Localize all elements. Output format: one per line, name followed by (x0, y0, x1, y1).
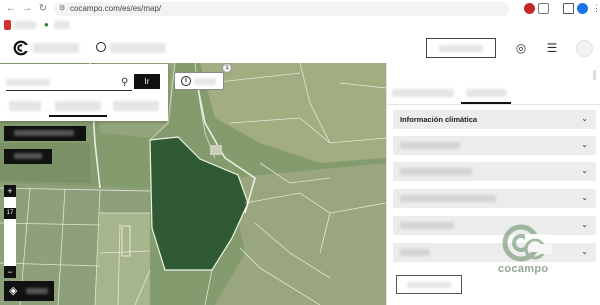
field-area-chip[interactable] (4, 149, 52, 164)
zoom-in-button[interactable]: + (4, 185, 16, 197)
info-label (194, 78, 216, 85)
chevron-down-icon: ⌄ (581, 114, 588, 123)
field-area-label (14, 153, 42, 159)
chevron-down-icon: ⌄ (581, 166, 588, 175)
reload-icon[interactable]: ↻ (37, 3, 49, 15)
chevron-down-icon: ⌄ (581, 220, 588, 229)
search-icon[interactable]: ⚲ (121, 78, 131, 88)
extension-badge-icon[interactable] (524, 3, 535, 14)
panel-tab-divider (386, 104, 600, 105)
accordion-title (400, 168, 472, 175)
field-name-chip[interactable] (4, 126, 86, 141)
notification-badge: 1 (222, 63, 232, 73)
chevron-down-icon: ⌄ (581, 140, 588, 149)
accordion-section[interactable]: ⌄ (393, 162, 596, 181)
bookmark-pin-icon[interactable]: ● (44, 20, 50, 30)
details-panel (386, 63, 600, 305)
brand-name (33, 43, 79, 53)
search-panel: ⚲ Ir (0, 64, 168, 121)
chevron-down-icon: ⌄ (581, 247, 588, 256)
hamburger-menu-icon[interactable]: ☰ (545, 41, 559, 55)
accordion-section[interactable]: ⌄ (393, 216, 596, 235)
map-info-button[interactable]: i (174, 72, 224, 90)
whatsapp-icon[interactable] (96, 42, 106, 52)
panel-action-label (407, 282, 451, 288)
search-tab-active[interactable] (55, 101, 101, 111)
profile-icon[interactable] (577, 3, 588, 14)
accordion-title (400, 142, 460, 149)
header-action-button[interactable] (426, 38, 496, 58)
url-text: cocampo.com/es/es/map/ (70, 4, 162, 13)
layers-button[interactable]: ◈ (4, 281, 54, 301)
bookmark-youtube-icon[interactable] (4, 20, 11, 30)
accordion-section[interactable]: ⌄ (393, 243, 596, 262)
accordion-section[interactable]: ⌄ (393, 189, 596, 208)
layers-label (26, 288, 48, 294)
panel-active-tab-indicator (461, 102, 511, 104)
zoom-level: 17 (4, 208, 16, 219)
watermark-text: cocampo (498, 263, 549, 275)
language-globe-icon[interactable]: ◎ (514, 41, 528, 55)
panel-scrollbar[interactable] (593, 70, 596, 80)
chevron-down-icon: ⌄ (581, 193, 588, 202)
accordion-section[interactable]: ⌄ (393, 136, 596, 155)
accordion-climate-info[interactable]: Información climática ⌄ (393, 110, 596, 129)
accordion-title (400, 249, 430, 256)
building (210, 145, 222, 155)
panel-tab[interactable] (392, 89, 454, 97)
header-action-label (439, 45, 483, 52)
search-go-button[interactable]: Ir (134, 74, 160, 89)
active-tab-indicator (49, 115, 107, 117)
site-info-icon[interactable]: ⚙ (59, 4, 67, 14)
sidebar-toggle-icon[interactable] (563, 3, 574, 14)
contact-phone[interactable] (110, 43, 166, 53)
bookmark-label[interactable] (14, 21, 36, 29)
panel-tab-active[interactable] (466, 89, 506, 97)
layers-icon: ◈ (9, 285, 18, 297)
address-bar[interactable]: ⚙ cocampo.com/es/es/map/ (54, 2, 509, 16)
search-tab[interactable] (9, 101, 41, 111)
light-plot (95, 213, 150, 305)
accordion-title: Información climática (400, 115, 478, 124)
cocampo-logo-icon[interactable] (13, 40, 29, 56)
back-arrow-icon[interactable]: ← (5, 3, 17, 15)
app-header: ◎ ☰ (0, 33, 600, 64)
forward-arrow-icon[interactable]: → (21, 3, 33, 15)
browser-toolbar: ← → ↻ ⚙ cocampo.com/es/es/map/ ⋮ ● (0, 0, 600, 34)
bookmark-label[interactable] (54, 21, 70, 29)
search-input[interactable] (6, 76, 132, 91)
search-placeholder (6, 79, 50, 86)
accordion-title (400, 222, 454, 229)
search-tab[interactable] (113, 101, 159, 111)
extension-puzzle-icon[interactable] (538, 3, 549, 14)
zoom-control: + 17 − (4, 185, 16, 278)
zoom-out-button[interactable]: − (4, 266, 16, 278)
field-name-label (14, 130, 74, 136)
info-icon: i (181, 76, 191, 86)
browser-menu-icon[interactable]: ⋮ (591, 3, 600, 14)
panel-action-button[interactable] (396, 275, 462, 294)
user-avatar[interactable] (576, 40, 593, 57)
accordion-title (400, 195, 496, 202)
